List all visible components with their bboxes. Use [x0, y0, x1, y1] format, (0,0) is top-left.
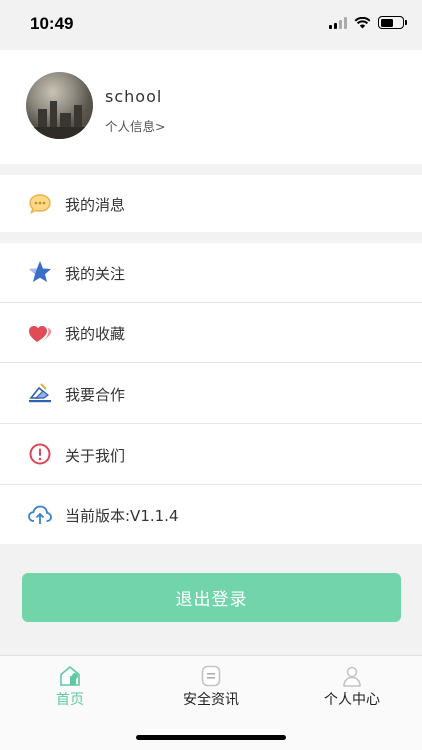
tab-home[interactable]: 首页: [0, 656, 140, 716]
tab-label-news: 安全资讯: [183, 692, 239, 708]
news-icon: [201, 665, 221, 687]
menu-label-follows: 我的关注: [65, 265, 126, 283]
status-icons: [329, 16, 407, 29]
status-bar: 10:49: [0, 0, 422, 50]
tab-news[interactable]: 安全资讯: [141, 656, 281, 716]
wifi-icon: [354, 16, 371, 28]
battery-icon: [378, 16, 407, 29]
heart-icon: [29, 326, 51, 342]
menu-item-cooperate[interactable]: 我要合作: [0, 363, 422, 423]
tab-profile[interactable]: 个人中心: [282, 656, 422, 716]
chat-bubble-icon: [29, 194, 51, 214]
tab-label-home: 首页: [56, 692, 84, 708]
signal-icon: [329, 16, 347, 29]
menu-label-messages: 我的消息: [65, 196, 126, 214]
menu-item-about[interactable]: 关于我们: [0, 424, 422, 484]
username: school: [105, 87, 163, 106]
logout-button[interactable]: 退出登录: [22, 573, 401, 622]
menu-item-follows[interactable]: 我的关注: [0, 243, 422, 302]
menu-label-about: 关于我们: [65, 447, 126, 465]
home-indicator: [136, 735, 286, 740]
profile-info-link[interactable]: 个人信息>: [105, 116, 165, 135]
alert-circle-icon: [29, 443, 51, 465]
menu-item-favorites[interactable]: 我的收藏: [0, 303, 422, 362]
status-time: 10:49: [30, 14, 74, 33]
menu-label-cooperate: 我要合作: [65, 386, 126, 404]
tab-label-profile: 个人中心: [324, 692, 380, 708]
menu-item-version[interactable]: 当前版本:V1.1.4: [0, 485, 422, 544]
menu-label-favorites: 我的收藏: [65, 325, 126, 343]
person-icon: [343, 666, 361, 687]
cloud-upload-icon: [28, 505, 52, 524]
profile-card[interactable]: school 个人信息>: [0, 50, 422, 164]
handshake-icon: [29, 383, 51, 403]
star-icon: [29, 261, 51, 282]
home-icon: [60, 665, 80, 686]
menu-label-version: 当前版本:V1.1.4: [65, 507, 179, 525]
menu-item-messages[interactable]: 我的消息: [0, 175, 422, 232]
avatar[interactable]: [26, 72, 93, 139]
